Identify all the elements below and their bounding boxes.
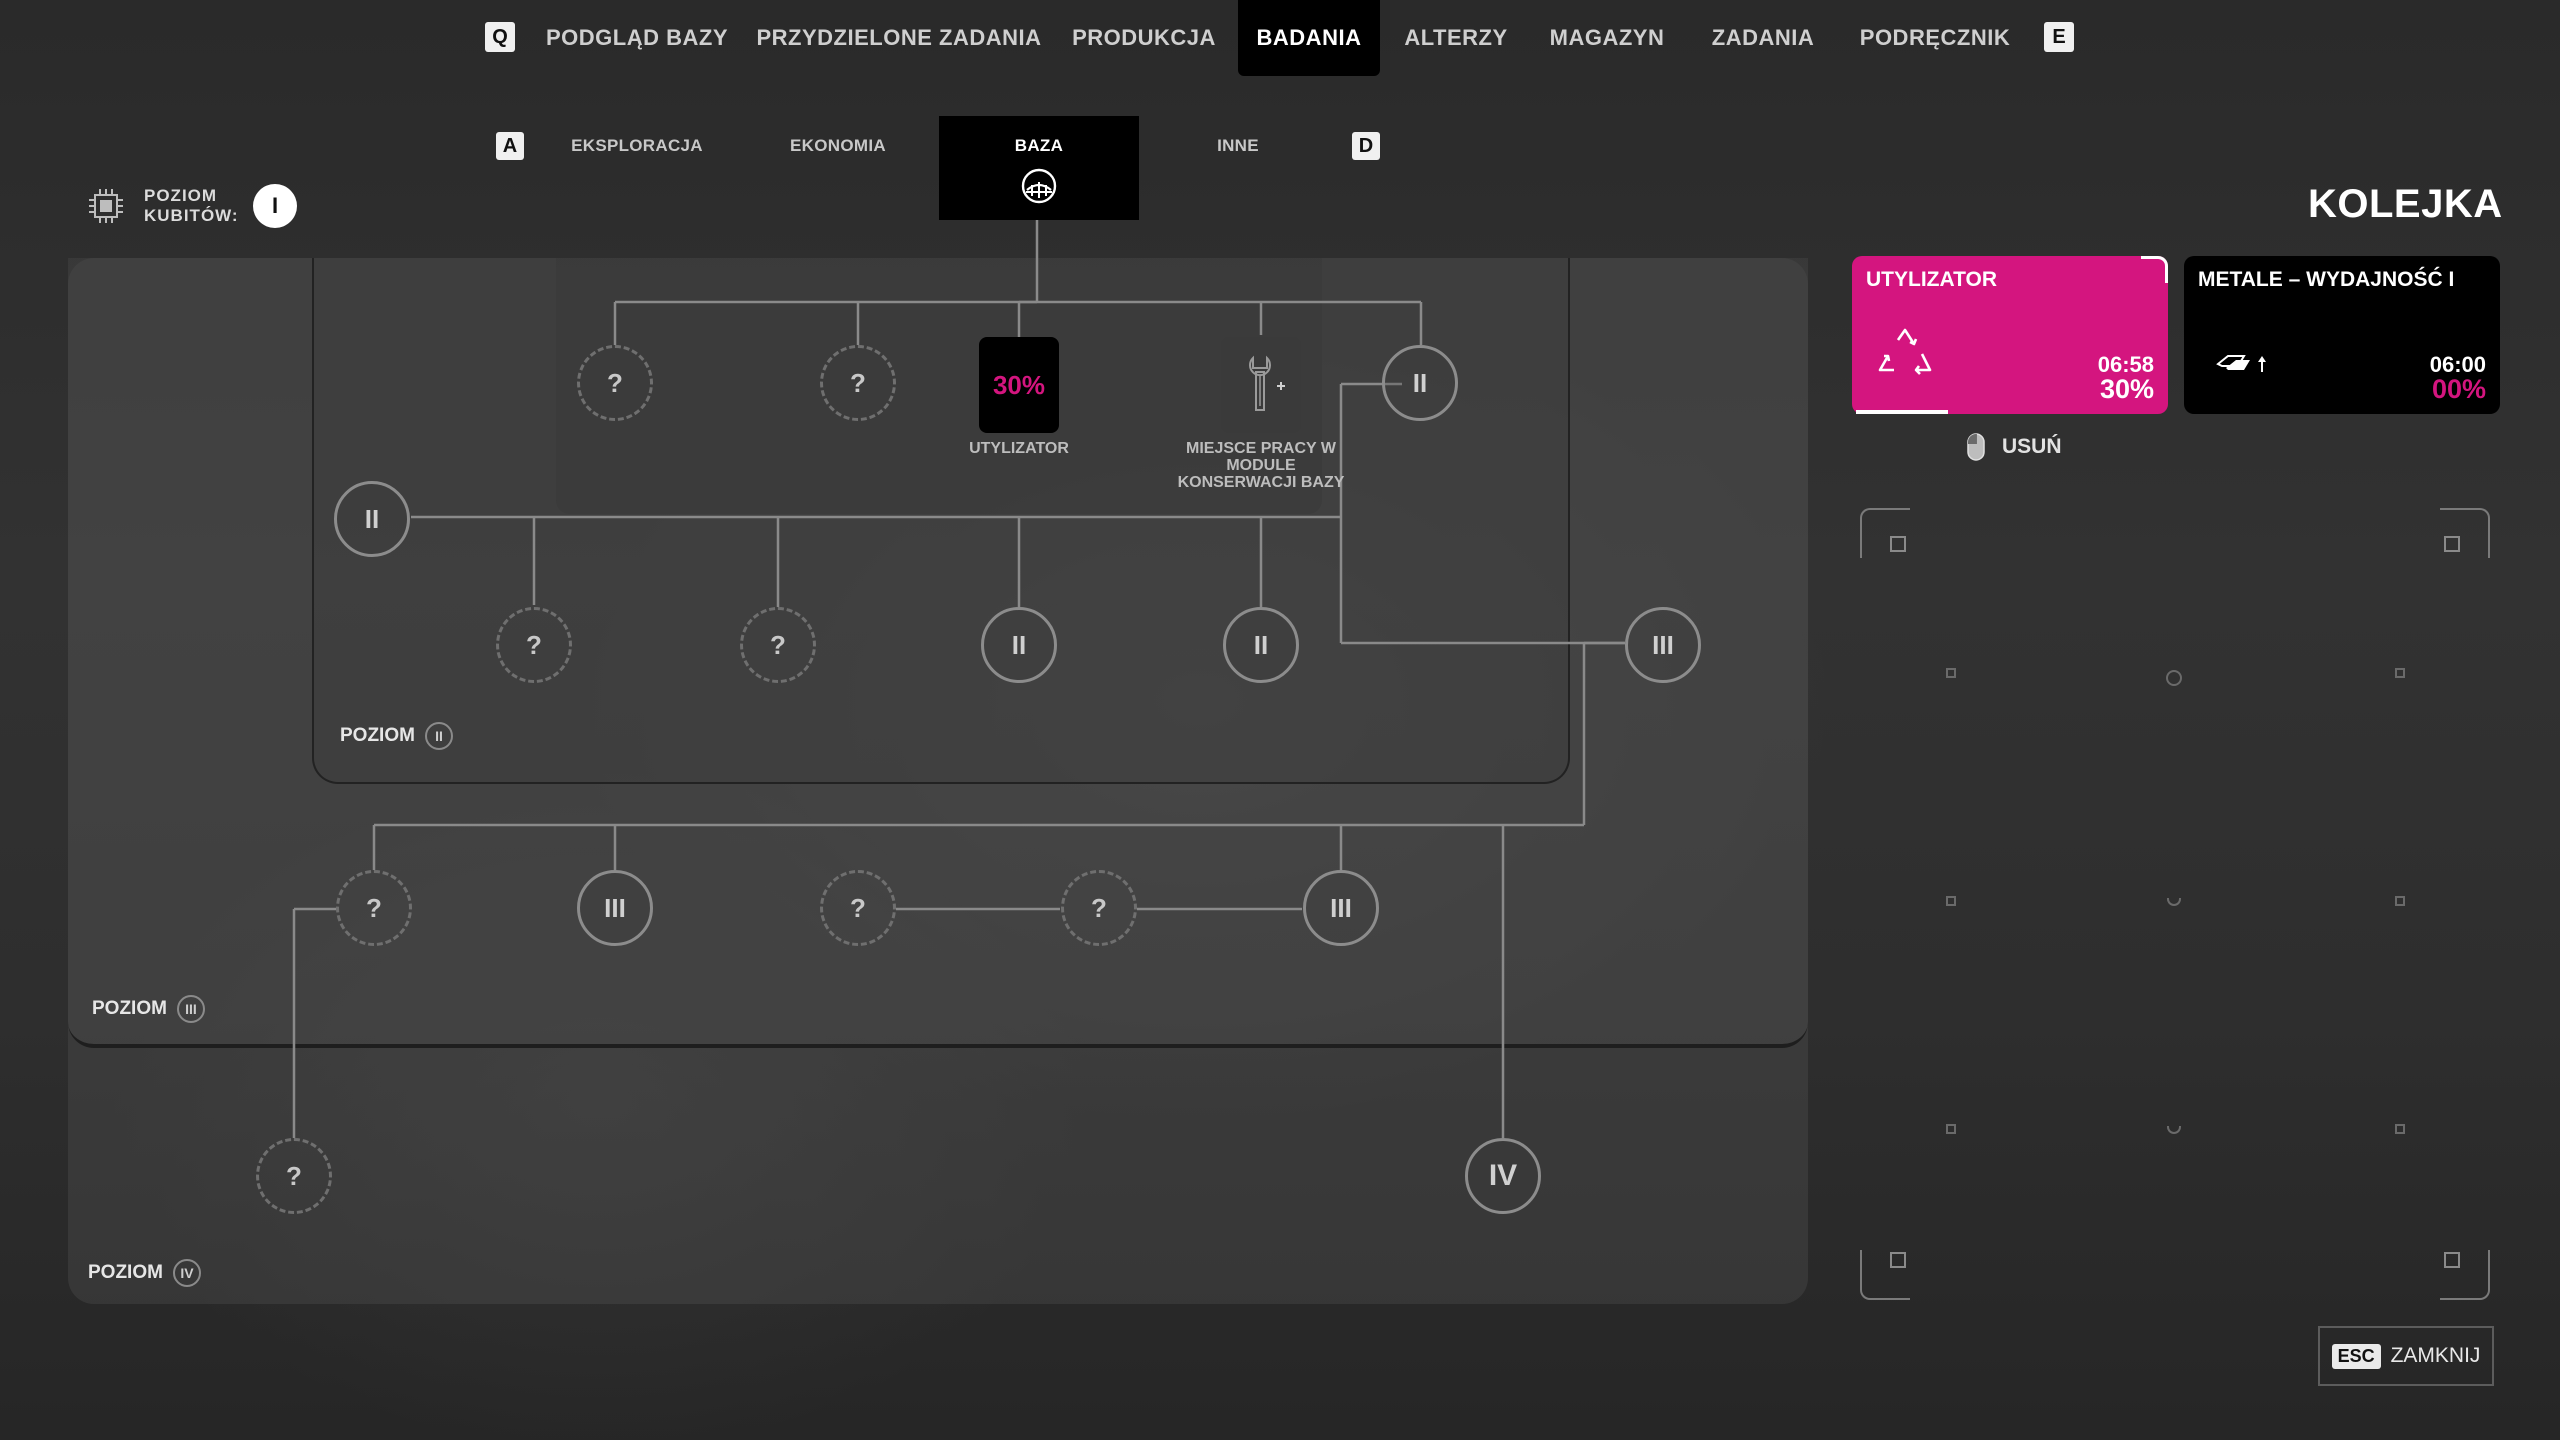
remove-label: USUŃ: [2002, 435, 2062, 458]
wrench-icon: [1249, 355, 1285, 411]
queue-progress-bar: [1856, 410, 1949, 414]
mouse-icon: [1967, 433, 1985, 461]
research-node-tier-iv[interactable]: IV: [1465, 1138, 1541, 1214]
grid-marker: [2395, 896, 2405, 906]
queue-item-utylizator[interactable]: UTYLIZATOR 06:58 30%: [1852, 256, 2168, 414]
utylizator-progress: 30%: [992, 369, 1046, 400]
research-node-workplace[interactable]: [1221, 337, 1301, 433]
research-node-unknown[interactable]: ?: [1061, 870, 1137, 946]
frame-corner-square: [1890, 536, 1906, 552]
research-node-utylizator[interactable]: 30%: [979, 337, 1059, 433]
esc-key-hint: ESC: [2331, 1343, 2381, 1369]
queue-item-name: METALE – WYDAJNOŚĆ I: [2198, 268, 2455, 291]
research-node-unknown[interactable]: ?: [577, 345, 653, 421]
research-node-unknown[interactable]: ?: [496, 607, 572, 683]
queue-title: KOLEJKA: [2308, 182, 2503, 226]
close-label: ZAMKNIJ: [2390, 1344, 2481, 1367]
research-node-tier-iii[interactable]: III: [577, 870, 653, 946]
queue-item-percent: 30%: [2099, 374, 2154, 404]
research-node-tier-ii[interactable]: II: [1382, 345, 1458, 421]
level-iii-label: POZIOM III: [92, 995, 205, 1023]
grid-marker: [2395, 1124, 2405, 1134]
research-node-unknown[interactable]: ?: [820, 870, 896, 946]
research-node-tier-ii[interactable]: II: [981, 607, 1057, 683]
utylizator-caption: UTYLIZATOR: [969, 440, 1069, 457]
remove-queue-item[interactable]: USUŃ: [1966, 432, 2062, 462]
research-node-unknown[interactable]: ?: [740, 607, 816, 683]
level-roman-badge: IV: [172, 1259, 201, 1287]
grid-marker: [1946, 668, 1956, 678]
frame-corner-square: [2444, 536, 2460, 552]
grid-marker: [1946, 896, 1956, 906]
research-node-tier-iii[interactable]: III: [1625, 607, 1701, 683]
grid-marker: [2166, 670, 2182, 686]
queue-item-name: UTYLIZATOR: [1866, 268, 1998, 291]
level-iv-label: POZIOM IV: [88, 1259, 201, 1287]
queue-empty-area: [1860, 508, 2490, 1300]
research-node-unknown[interactable]: ?: [256, 1138, 332, 1214]
research-node-tier-iii[interactable]: III: [1303, 870, 1379, 946]
research-node-tier-ii[interactable]: II: [1223, 607, 1299, 683]
grid-marker: [2167, 898, 2181, 906]
close-button[interactable]: ESC ZAMKNIJ: [2318, 1326, 2494, 1386]
level-label-text: POZIOM: [340, 725, 415, 746]
level-roman-badge: III: [176, 995, 205, 1023]
level-roman-badge: II: [424, 722, 453, 750]
grid-marker: [1946, 1124, 1956, 1134]
research-node-unknown[interactable]: ?: [336, 870, 412, 946]
level-ii-label: POZIOM II: [340, 722, 453, 750]
grid-marker: [2167, 1126, 2181, 1134]
selection-corner: [2141, 256, 2168, 283]
level-label-text: POZIOM: [92, 998, 167, 1019]
level-label-text: POZIOM: [88, 1262, 163, 1283]
frame-corner-square: [1890, 1252, 1906, 1268]
frame-corner-square: [2444, 1252, 2460, 1268]
research-node-tier-ii[interactable]: II: [334, 481, 410, 557]
recycle-icon: [1878, 328, 1932, 375]
research-node-unknown[interactable]: ?: [820, 345, 896, 421]
workplace-caption: MIEJSCE PRACY W MODULE KONSERWACJI BAZY: [1177, 440, 1345, 491]
grid-marker: [2395, 668, 2405, 678]
queue-item-percent: 00%: [2431, 374, 2486, 404]
metal-ingot-icon: [2216, 355, 2266, 372]
queue-item-metals[interactable]: METALE – WYDAJNOŚĆ I 06:00 00%: [2184, 256, 2500, 414]
